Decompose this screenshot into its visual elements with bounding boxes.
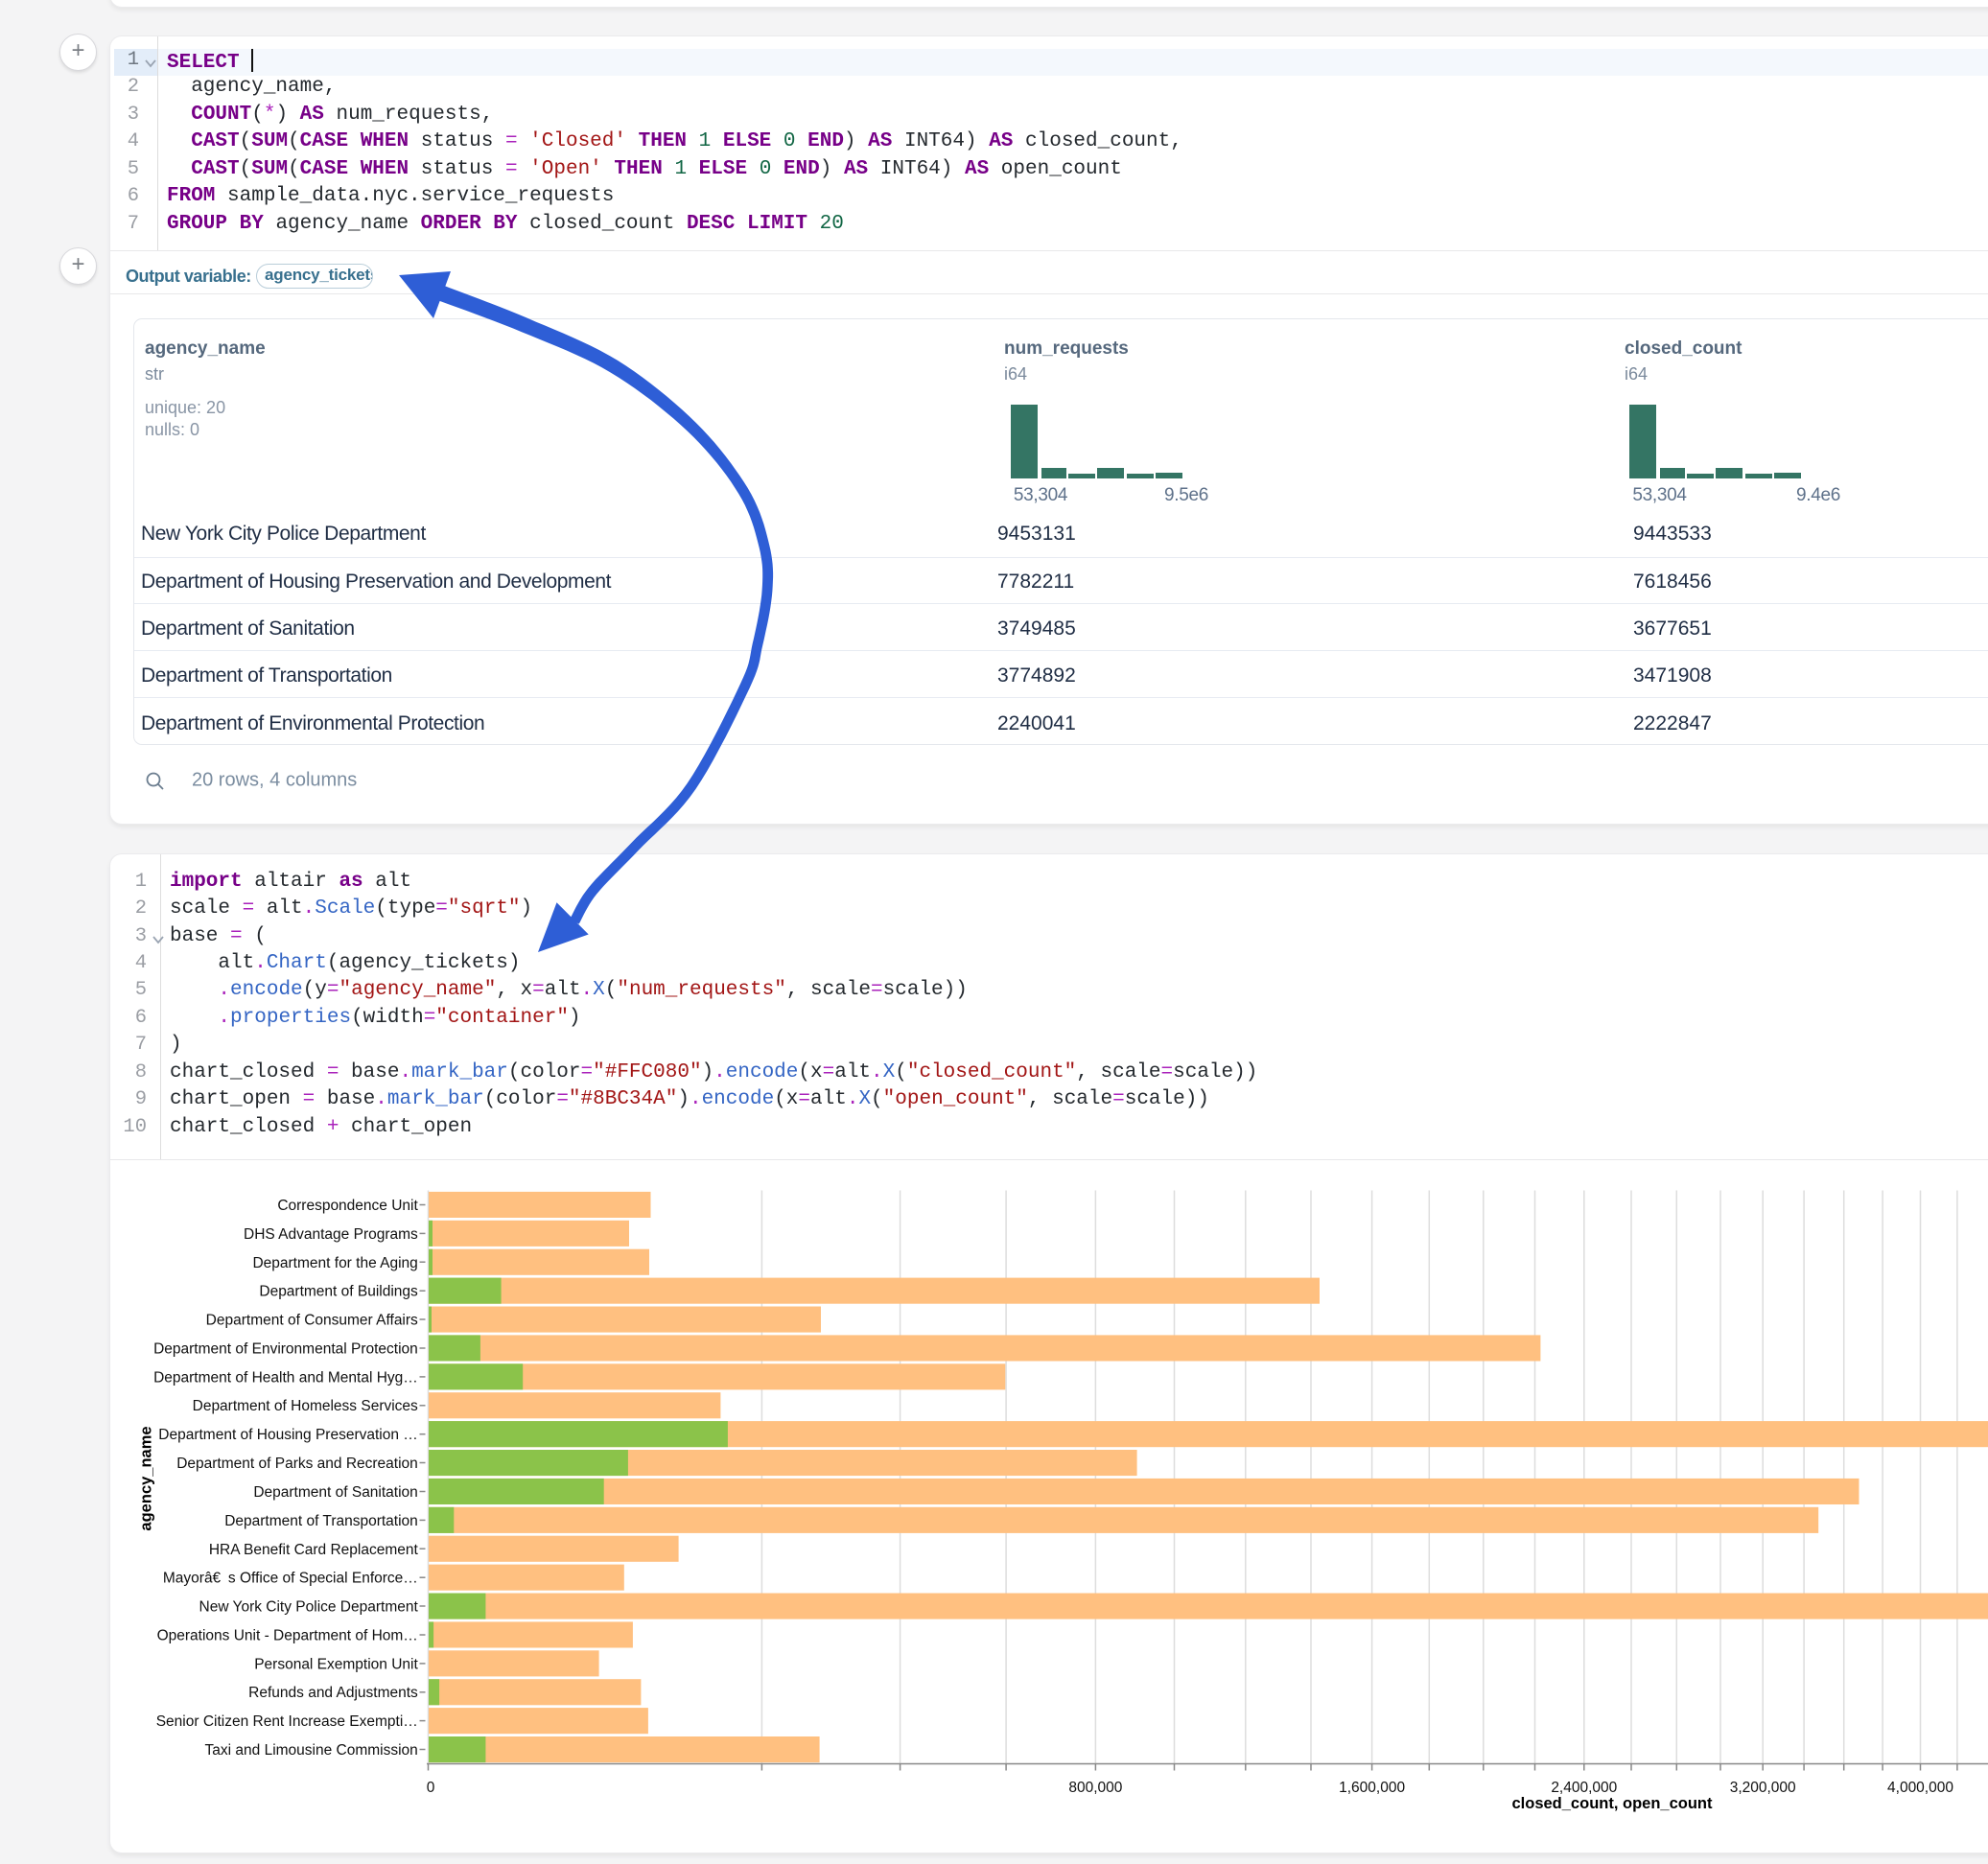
svg-text:Taxi and Limousine Commission: Taxi and Limousine Commission	[205, 1742, 418, 1759]
svg-text:800,000: 800,000	[1068, 1780, 1122, 1796]
svg-text:Department of Buildings: Department of Buildings	[259, 1284, 418, 1300]
svg-text:agency_name: agency_name	[138, 1426, 155, 1530]
svg-text:Department of Sanitation: Department of Sanitation	[253, 1484, 417, 1501]
svg-text:3,200,000: 3,200,000	[1730, 1780, 1796, 1796]
svg-text:1,600,000: 1,600,000	[1339, 1780, 1405, 1796]
svg-text:Correspondence Unit: Correspondence Unit	[277, 1198, 418, 1214]
svg-text:Refunds and Adjustments: Refunds and Adjustments	[248, 1685, 418, 1701]
svg-text:Operations Unit - Department o: Operations Unit - Department of Hom…	[157, 1628, 418, 1644]
svg-text:Department for the Aging: Department for the Aging	[252, 1255, 417, 1271]
svg-text:2,400,000: 2,400,000	[1551, 1780, 1617, 1796]
svg-text:Department of Parks and Recrea: Department of Parks and Recreation	[176, 1456, 418, 1472]
svg-text:0: 0	[427, 1780, 435, 1796]
svg-text:HRA Benefit Card Replacement: HRA Benefit Card Replacement	[209, 1542, 419, 1558]
svg-text:Mayorâ€ s Office of Special En: Mayorâ€ s Office of Special Enforce…	[163, 1571, 418, 1587]
svg-text:Department of Homeless Service: Department of Homeless Services	[193, 1398, 418, 1414]
svg-text:DHS Advantage Programs: DHS Advantage Programs	[244, 1226, 418, 1243]
svg-text:Personal Exemption Unit: Personal Exemption Unit	[254, 1656, 418, 1672]
svg-text:Department of Health and Menta: Department of Health and Mental Hyg…	[153, 1369, 418, 1386]
svg-text:New York City Police Departmen: New York City Police Department	[199, 1599, 419, 1616]
svg-text:Department of Consumer Affairs: Department of Consumer Affairs	[206, 1313, 418, 1329]
svg-text:Department of Environmental Pr: Department of Environmental Protection	[153, 1341, 418, 1358]
svg-text:closed_count, open_count: closed_count, open_count	[1511, 1795, 1713, 1812]
svg-text:4,000,000: 4,000,000	[1887, 1780, 1953, 1796]
svg-text:Department of Housing Preserva: Department of Housing Preservation …	[158, 1427, 418, 1443]
svg-text:Department of Transportation: Department of Transportation	[224, 1513, 418, 1529]
svg-text:Senior Citizen Rent Increase E: Senior Citizen Rent Increase Exempti…	[156, 1713, 418, 1730]
